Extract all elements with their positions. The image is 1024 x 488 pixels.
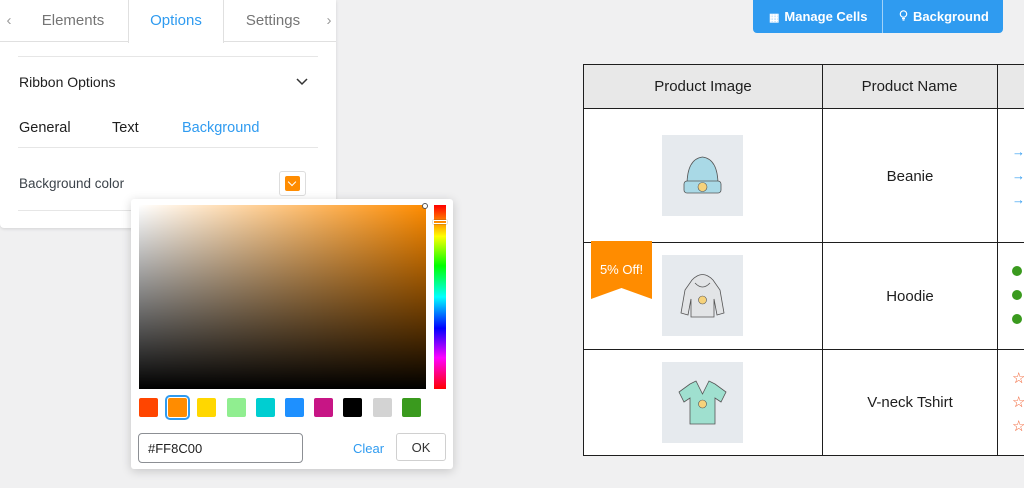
star-icon: ☆	[1012, 370, 1024, 387]
saturation-cursor[interactable]	[422, 203, 428, 209]
arrow-right-icon: →	[1012, 144, 1024, 159]
product-name-hoodie: Hoodie	[886, 288, 934, 305]
check-circle-icon	[1012, 290, 1022, 300]
arrow-right-icon: →	[1012, 192, 1024, 207]
header-product-image[interactable]: Product Image	[584, 78, 822, 95]
divider	[18, 147, 318, 148]
tabs-scroll-left-icon[interactable]: ‹	[0, 0, 18, 42]
preset-swatch[interactable]	[343, 398, 363, 417]
preset-swatch[interactable]	[401, 398, 421, 417]
tshirt-image	[678, 380, 727, 425]
grid-icon: ▦	[769, 12, 780, 24]
subtab-background[interactable]: Background	[182, 120, 259, 136]
ribbon-options-title[interactable]: Ribbon Options	[19, 74, 116, 90]
checkmark-icon	[285, 176, 300, 191]
divider	[882, 0, 883, 33]
preset-swatch[interactable]	[226, 398, 246, 417]
preset-swatch[interactable]	[255, 398, 275, 417]
tab-elements[interactable]: Elements	[18, 0, 128, 42]
star-icon: ☆	[1012, 394, 1024, 411]
hex-color-input[interactable]	[138, 433, 303, 463]
product-name-beanie: Beanie	[886, 168, 934, 185]
chevron-down-icon[interactable]	[296, 78, 308, 86]
preset-swatch[interactable]	[285, 398, 304, 417]
hue-slider[interactable]	[434, 205, 446, 389]
manage-cells-button[interactable]: ▦ Manage Cells	[769, 0, 868, 33]
clear-button[interactable]: Clear	[353, 441, 384, 456]
background-color-swatch-button[interactable]	[279, 171, 306, 196]
hue-slider-handle[interactable]	[433, 220, 447, 224]
row-divider	[584, 108, 1024, 109]
cell-toolbar: ▦ Manage Cells Background	[753, 0, 1003, 33]
preset-swatch[interactable]	[197, 398, 217, 417]
product-name-tshirt: V-neck Tshirt	[867, 394, 953, 411]
product-thumbnail-tshirt[interactable]	[662, 362, 743, 443]
product-table: Product Image Product Name Beanie Hoodie…	[583, 64, 1024, 456]
color-picker-popup: Clear OK	[131, 199, 453, 469]
divider	[18, 56, 318, 57]
discount-ribbon-text: 5% Off!	[599, 262, 644, 277]
preset-swatches	[139, 395, 429, 420]
background-label: Background	[913, 9, 989, 24]
background-button[interactable]: Background	[899, 0, 989, 33]
star-icon: ☆	[1012, 418, 1024, 435]
tabs-scroll-right-icon[interactable]: ›	[320, 0, 338, 42]
preset-swatch[interactable]	[139, 398, 158, 417]
check-circle-icon	[1012, 266, 1022, 276]
preset-swatch[interactable]	[165, 395, 191, 420]
saturation-value-area[interactable]	[139, 205, 426, 389]
check-circle-icon	[1012, 314, 1022, 324]
row-divider	[584, 349, 1024, 350]
settings-panel: ‹ Elements Options Settings › Ribbon Opt…	[0, 0, 336, 228]
ok-button[interactable]: OK	[396, 433, 446, 461]
product-thumbnail-beanie[interactable]	[662, 135, 743, 216]
hoodie-image	[680, 274, 725, 318]
arrow-right-icon: →	[1012, 168, 1024, 183]
preset-swatch[interactable]	[372, 398, 392, 417]
subtab-text[interactable]: Text	[112, 120, 139, 136]
tab-options[interactable]: Options	[128, 0, 224, 43]
header-product-name[interactable]: Product Name	[822, 78, 997, 95]
bulb-icon	[899, 10, 908, 21]
subtab-general[interactable]: General	[19, 120, 71, 136]
tab-settings[interactable]: Settings	[224, 0, 322, 42]
preset-swatch[interactable]	[314, 398, 334, 417]
beanie-image	[683, 156, 722, 194]
panel-tabs: ‹ Elements Options Settings ›	[0, 0, 338, 43]
manage-cells-label: Manage Cells	[784, 9, 868, 24]
column-divider	[997, 65, 998, 455]
background-color-label: Background color	[19, 176, 125, 191]
product-thumbnail-hoodie[interactable]	[662, 255, 743, 336]
